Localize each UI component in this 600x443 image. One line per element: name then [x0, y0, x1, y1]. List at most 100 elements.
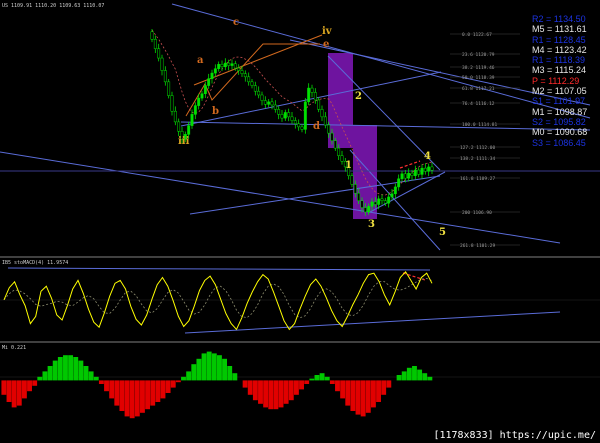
fib-label: 50.0 1118.39	[462, 75, 495, 81]
histogram-bar	[340, 380, 346, 399]
candle	[387, 196, 391, 204]
histogram-bar	[335, 380, 340, 392]
candle	[153, 39, 157, 49]
pivot-level-s2: S2 = 1095.82	[532, 116, 586, 127]
candle	[357, 192, 361, 201]
histogram-bar	[181, 376, 186, 381]
histogram-bar	[145, 380, 151, 410]
candle	[277, 109, 281, 115]
histogram-bar	[242, 380, 248, 388]
oscillator-panel-header: IB5 stoMACD(4) 11.9574	[2, 260, 69, 266]
candle	[410, 172, 414, 176]
histogram-bar	[109, 380, 115, 399]
candle	[257, 90, 261, 96]
histogram-bar	[309, 378, 315, 381]
histogram-bar	[88, 371, 94, 381]
histogram-bar	[211, 353, 217, 381]
candle	[223, 62, 227, 68]
candle	[423, 167, 427, 172]
candle	[200, 93, 204, 99]
candle	[290, 116, 294, 121]
pivot-level-s1: S1 = 1101.97	[532, 96, 586, 107]
candle	[317, 99, 321, 110]
wave-label-b: b	[212, 106, 219, 117]
wave-label-a: a	[197, 55, 204, 66]
candle	[367, 206, 371, 213]
histogram-bar	[227, 366, 233, 381]
candle	[333, 140, 337, 149]
candle	[383, 200, 387, 204]
candle	[263, 100, 267, 105]
histogram-bar	[104, 380, 109, 392]
pivot-level-m5: M5 = 1131.61	[532, 24, 587, 35]
histogram-bar	[11, 380, 17, 408]
histogram-bar	[217, 355, 222, 381]
histogram-bar	[73, 357, 79, 381]
candle	[297, 123, 301, 128]
histogram-bar	[268, 380, 274, 410]
candle	[207, 78, 211, 86]
histogram-bar	[360, 380, 366, 417]
candle	[230, 63, 234, 66]
fib-label: 23.6 1120.79	[462, 52, 495, 58]
histogram-bar	[16, 380, 22, 406]
candle	[280, 114, 284, 119]
histogram-bar	[283, 380, 289, 404]
fib-label: 76.4 1116.12	[462, 101, 495, 107]
candle	[197, 97, 201, 106]
pivot-level-m2: M2 = 1107.05	[532, 86, 587, 97]
pivot-level-m0: M0 = 1090.68	[532, 127, 588, 138]
histogram-bar	[299, 380, 304, 390]
candle	[220, 64, 224, 68]
fib-label: 61.8 1117.21	[462, 86, 495, 92]
watermark: [1178x833] https://upic.me/	[431, 430, 598, 441]
fib-label: 138.2 1111.34	[460, 156, 496, 162]
fib-label: 261.8 1101.29	[460, 243, 496, 249]
histogram-bar	[252, 380, 258, 401]
pivot-level-p: P = 1112.29	[532, 75, 580, 86]
histogram-bar	[319, 373, 325, 381]
fib-label: 127.2 1112.00	[460, 145, 496, 151]
candle	[370, 201, 374, 207]
candle	[400, 173, 404, 180]
histogram-bar	[304, 380, 310, 384]
histogram-bar	[288, 380, 294, 401]
candle	[420, 167, 424, 175]
pivot-level-r2: R2 = 1134.50	[532, 14, 586, 24]
wave-label-2: 2	[355, 91, 362, 102]
histogram-bar	[401, 371, 407, 381]
pivot-levels-legend: R2 = 1134.50 M5 = 1131.61 R1 = 1128.45 M…	[532, 14, 600, 148]
histogram-bar	[93, 376, 99, 381]
histogram-bar	[293, 380, 299, 395]
histogram-bar	[386, 380, 392, 388]
histogram-bar	[345, 380, 351, 406]
candle	[213, 68, 217, 74]
histogram-bar	[1, 380, 7, 395]
candle	[287, 112, 291, 118]
histogram-bar	[329, 380, 335, 384]
histogram-bar	[78, 360, 84, 381]
candle	[330, 132, 334, 141]
histogram-bar	[98, 380, 104, 384]
pivot-level-s3: S3 = 1086.45	[532, 137, 586, 148]
candle	[430, 166, 434, 171]
wave-label-1: 1	[345, 160, 352, 171]
candle	[403, 173, 407, 179]
candle	[427, 166, 431, 172]
trading-chart: 0.0 1122.67 23.6 1120.79 38.2 1119.46 50…	[0, 0, 600, 443]
candle	[407, 172, 411, 179]
candle	[393, 186, 397, 195]
candle	[310, 87, 314, 93]
histogram-bar	[350, 380, 356, 411]
candle	[377, 198, 381, 205]
candle	[390, 193, 394, 198]
histogram-bar	[150, 380, 156, 406]
histogram-bar	[129, 380, 135, 419]
candle	[270, 101, 274, 106]
pivot-level-r1b: R1 = 1118.39	[532, 55, 585, 66]
pivot-level-m4: M4 = 1123.42	[532, 44, 587, 55]
histogram-bar	[63, 355, 68, 381]
candle	[283, 112, 287, 119]
candle	[373, 201, 377, 205]
histogram-bar	[32, 380, 38, 386]
